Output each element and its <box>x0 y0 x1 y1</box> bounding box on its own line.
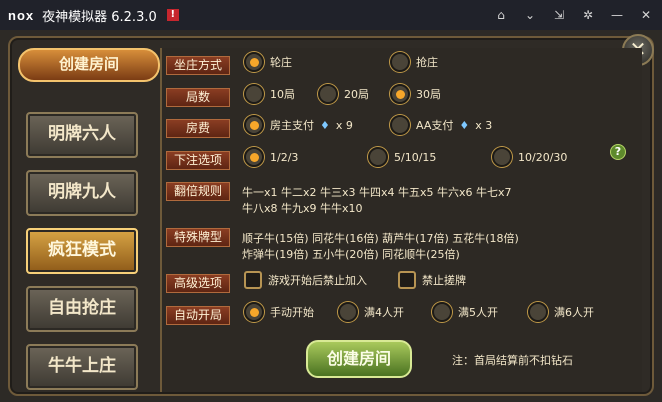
close-icon[interactable]: ✕ <box>638 6 654 24</box>
no-card-rub-checkbox[interactable]: 禁止搓牌 <box>398 271 466 289</box>
mode-crazy[interactable]: 疯狂模式 <box>26 228 138 274</box>
warning-flag-icon[interactable]: ! <box>166 9 179 21</box>
create-room-button[interactable]: 创建房间 <box>306 340 412 378</box>
rounds-option[interactable]: 10局 <box>244 84 295 104</box>
bet-option[interactable]: 10/20/30 <box>492 147 567 167</box>
seat-mode-option[interactable]: 轮庄 <box>244 52 292 72</box>
diamond-icon: ♦ <box>459 118 470 132</box>
auto-start-option[interactable]: 手动开始 <box>244 302 314 322</box>
window-controls: ⌂ ⌄ ⇲ ✲ — ✕ <box>493 6 654 24</box>
rounds-option[interactable]: 20局 <box>318 84 369 104</box>
no-join-after-start-checkbox[interactable]: 游戏开始后禁止加入 <box>244 271 367 289</box>
radio-icon[interactable] <box>318 84 338 104</box>
radio-icon[interactable] <box>492 147 512 167</box>
fee-label: 房费 <box>166 119 230 138</box>
radio-selected-icon[interactable] <box>244 302 264 322</box>
radio-icon[interactable] <box>338 302 358 322</box>
mode-niuniu-banker[interactable]: 牛牛上庄 <box>26 344 138 390</box>
auto-start-label: 自动开局 <box>166 306 230 325</box>
radio-icon[interactable] <box>432 302 452 322</box>
checkbox-icon[interactable] <box>244 271 262 289</box>
bet-option[interactable]: 1/2/3 <box>244 147 298 167</box>
fee-note: 注：首局结算前不扣钻石 <box>452 354 573 367</box>
radio-icon[interactable] <box>390 115 410 135</box>
window-title: 夜神模拟器 6.2.3.0 <box>42 9 157 25</box>
fee-option[interactable]: AA支付 ♦ x 3 <box>390 115 492 135</box>
help-icon[interactable]: ? <box>610 144 626 160</box>
bet-options-label: 下注选项 <box>166 151 230 170</box>
auto-start-option[interactable]: 满5人开 <box>432 302 498 322</box>
rounds-label: 局数 <box>166 88 230 107</box>
pin-icon[interactable]: ⇲ <box>551 6 567 24</box>
diamond-icon: ♦ <box>320 118 330 132</box>
game-area: ✕ 创建房间 明牌六人 明牌九人 疯狂模式 自由抢庄 牛牛上庄 坐庄方式 轮庄 … <box>0 30 662 402</box>
seat-mode-label: 坐庄方式 <box>166 56 230 75</box>
special-hands-text: 顺子牛(15倍) 同花牛(16倍) 葫芦牛(17倍) 五花牛(18倍) <box>242 232 519 245</box>
bet-option[interactable]: 5/10/15 <box>368 147 436 167</box>
multiplier-rules-label: 翻倍规则 <box>166 182 230 201</box>
fee-option[interactable]: 房主支付 ♦ x 9 <box>244 115 353 135</box>
home-icon[interactable]: ⌂ <box>493 6 509 24</box>
create-room-tab[interactable]: 创建房间 <box>18 48 160 82</box>
radio-selected-icon[interactable] <box>244 115 264 135</box>
mode-nine-open[interactable]: 明牌九人 <box>26 170 138 216</box>
checkbox-icon[interactable] <box>398 271 416 289</box>
special-hands-label: 特殊牌型 <box>166 228 230 247</box>
dropdown-icon[interactable]: ⌄ <box>522 6 538 24</box>
emulator-titlebar: nox 夜神模拟器 6.2.3.0 ! ⌂ ⌄ ⇲ ✲ — ✕ <box>0 0 662 30</box>
auto-start-option[interactable]: 满4人开 <box>338 302 404 322</box>
radio-selected-icon[interactable] <box>390 84 410 104</box>
radio-icon[interactable] <box>368 147 388 167</box>
nox-logo: nox <box>8 7 35 23</box>
special-hands-text: 炸弹牛(19倍) 五小牛(20倍) 同花顺牛(25倍) <box>242 248 460 261</box>
radio-selected-icon[interactable] <box>244 147 264 167</box>
advanced-options-label: 高级选项 <box>166 274 230 293</box>
radio-icon[interactable] <box>528 302 548 322</box>
rounds-option[interactable]: 30局 <box>390 84 441 104</box>
minimize-icon[interactable]: — <box>609 6 625 24</box>
radio-selected-icon[interactable] <box>244 52 264 72</box>
multiplier-rules-text: 牛八x8 牛九x9 牛牛x10 <box>242 202 363 215</box>
settings-icon[interactable]: ✲ <box>580 6 596 24</box>
mode-sidebar: 创建房间 明牌六人 明牌九人 疯狂模式 自由抢庄 牛牛上庄 <box>18 48 160 392</box>
seat-mode-option[interactable]: 抢庄 <box>390 52 438 72</box>
mode-six-open[interactable]: 明牌六人 <box>26 112 138 158</box>
multiplier-rules-text: 牛一x1 牛二x2 牛三x3 牛四x4 牛五x5 牛六x6 牛七x7 <box>242 186 512 199</box>
mode-free-grab[interactable]: 自由抢庄 <box>26 286 138 332</box>
auto-start-option[interactable]: 满6人开 <box>528 302 594 322</box>
radio-icon[interactable] <box>390 52 410 72</box>
radio-icon[interactable] <box>244 84 264 104</box>
